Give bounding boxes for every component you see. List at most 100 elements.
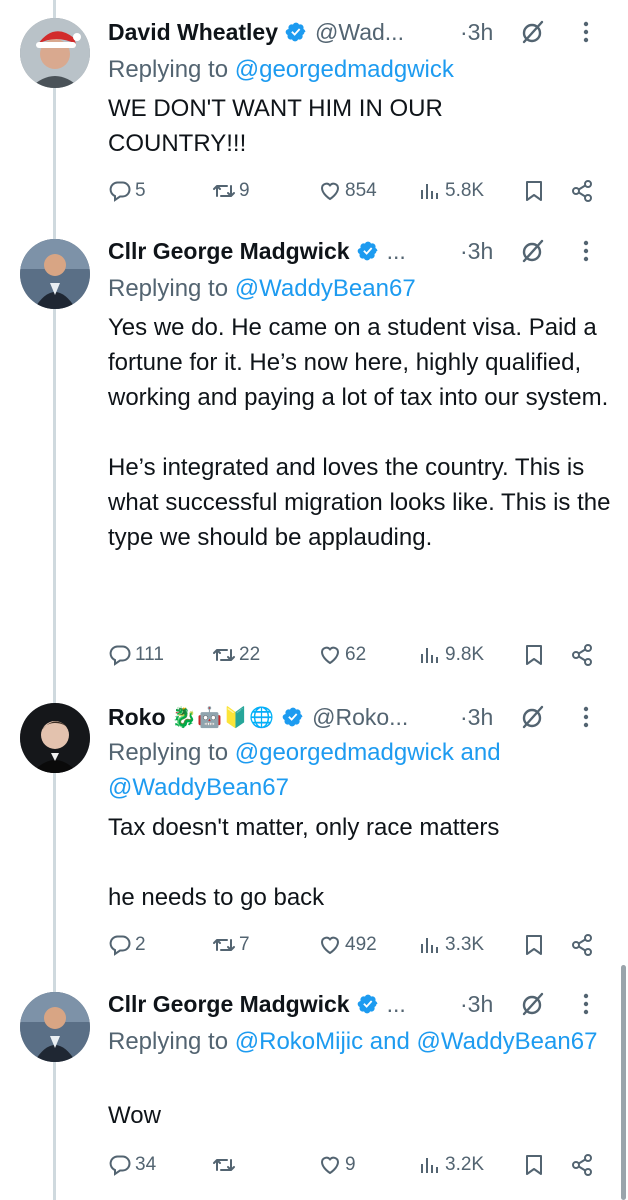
bookmark-button[interactable]	[522, 174, 546, 208]
like-count: 62	[345, 644, 367, 665]
retweet-icon	[213, 1159, 235, 1171]
retweet-count: 9	[239, 180, 250, 201]
bookmark-button[interactable]	[522, 928, 546, 962]
share-icon	[572, 644, 592, 666]
reply-count: 2	[135, 934, 146, 955]
tweet-text: WE DON'T WANT HIM IN OUR COUNTRY!!!	[108, 95, 443, 157]
tweet-text: Tax doesn't matter, only race matters he…	[108, 814, 500, 911]
bookmark-button[interactable]	[522, 1148, 546, 1182]
author-handle[interactable]: ...	[387, 238, 406, 265]
views-button[interactable]: 5.8K	[418, 174, 484, 208]
reply-icon	[109, 1155, 131, 1176]
author-handle[interactable]: ...	[387, 991, 406, 1018]
bookmark-button[interactable]	[522, 638, 546, 672]
like-count: 9	[345, 1154, 356, 1175]
action-bar: 2 7 492 3.3K	[0, 928, 628, 962]
author-name[interactable]: David Wheatley	[108, 19, 278, 46]
retweet-icon	[213, 939, 235, 951]
share-icon	[572, 1154, 592, 1176]
views-icon	[421, 938, 438, 953]
avatar[interactable]	[20, 703, 90, 773]
grok-icon[interactable]	[520, 991, 546, 1017]
reply-button[interactable]: 34	[108, 1148, 156, 1182]
bookmark-icon	[526, 1155, 542, 1175]
like-button[interactable]: 492	[318, 928, 377, 962]
tweet-header: Cllr George Madgwick ... ·3h	[108, 233, 610, 269]
grok-icon[interactable]	[520, 238, 546, 264]
reply-to-link[interactable]: @georgedmadgwick	[235, 56, 454, 83]
replying-to: Replying to @georgedmadgwick	[108, 56, 454, 83]
more-icon[interactable]	[582, 240, 590, 262]
views-count: 5.8K	[445, 180, 485, 201]
timestamp[interactable]: ·3h	[460, 238, 493, 265]
bookmark-icon	[526, 181, 542, 201]
action-bar: 34 9 3.2K	[0, 1148, 628, 1182]
like-icon	[320, 182, 340, 201]
grok-icon[interactable]	[520, 19, 546, 45]
share-icon	[572, 180, 592, 202]
like-count: 492	[345, 934, 377, 955]
reply-to-link[interactable]: @WaddyBean67	[235, 275, 416, 302]
reply-button[interactable]: 2	[108, 928, 146, 962]
share-button[interactable]	[570, 928, 594, 962]
avatar[interactable]	[20, 992, 90, 1062]
views-count: 3.2K	[445, 1154, 485, 1175]
name-emojis: 🐉🤖🔰🌐	[171, 706, 276, 729]
reply-button[interactable]: 5	[108, 174, 146, 208]
retweet-count: 7	[239, 934, 250, 955]
like-button[interactable]: 854	[318, 174, 377, 208]
retweet-count: 22	[239, 644, 261, 665]
views-count: 3.3K	[445, 934, 485, 955]
like-count: 854	[345, 180, 377, 201]
like-button[interactable]: 9	[318, 1148, 356, 1182]
bookmark-icon	[526, 935, 542, 955]
author-name[interactable]: Cllr George Madgwick	[108, 991, 350, 1018]
share-icon	[572, 934, 592, 956]
reply-icon	[109, 645, 131, 666]
retweet-button[interactable]: 22	[212, 638, 260, 672]
share-button[interactable]	[570, 174, 594, 208]
scrollbar[interactable]	[621, 965, 626, 1200]
views-icon	[421, 184, 438, 199]
timestamp[interactable]: ·3h	[460, 19, 493, 46]
views-count: 9.8K	[445, 644, 485, 665]
views-button[interactable]: 3.3K	[418, 928, 484, 962]
views-button[interactable]: 3.2K	[418, 1148, 484, 1182]
retweet-button[interactable]: 9	[212, 174, 250, 208]
reply-icon	[109, 181, 131, 202]
action-bar: 111 22 62 9.8K	[0, 638, 628, 672]
author-name[interactable]: Cllr George Madgwick	[108, 238, 350, 265]
more-icon[interactable]	[582, 706, 590, 728]
more-icon[interactable]	[582, 993, 590, 1015]
retweet-button[interactable]: 7	[212, 928, 250, 962]
share-button[interactable]	[570, 638, 594, 672]
tweet-text: Wow	[108, 1102, 161, 1129]
like-button[interactable]: 62	[318, 638, 366, 672]
views-icon	[421, 1158, 438, 1173]
views-button[interactable]: 9.8K	[418, 638, 484, 672]
timestamp[interactable]: ·3h	[460, 991, 493, 1018]
retweet-button[interactable]	[212, 1148, 239, 1182]
replying-to: Replying to @georgedmadgwick and @WaddyB…	[108, 739, 501, 801]
verified-badge-icon	[357, 241, 377, 261]
tweet-header: Cllr George Madgwick ... ·3h	[108, 986, 610, 1022]
reply-count: 111	[135, 644, 164, 665]
avatar[interactable]	[20, 239, 90, 309]
share-button[interactable]	[570, 1148, 594, 1182]
tweet-header: Roko 🐉🤖🔰🌐 @Roko... ·3h	[108, 699, 610, 735]
timestamp[interactable]: ·3h	[460, 704, 493, 731]
author-handle[interactable]: @Roko...	[312, 704, 408, 731]
grok-icon[interactable]	[520, 704, 546, 730]
reply-icon	[109, 935, 131, 956]
author-name[interactable]: Roko	[108, 704, 166, 731]
reply-to-link[interactable]: @RokoMijic and @WaddyBean67	[235, 1028, 598, 1055]
bookmark-icon	[526, 645, 542, 665]
author-handle[interactable]: @Wad...	[315, 19, 404, 46]
avatar[interactable]	[20, 18, 90, 88]
verified-badge-icon	[282, 707, 303, 727]
views-icon	[421, 648, 438, 663]
more-icon[interactable]	[582, 21, 590, 43]
like-icon	[320, 646, 340, 665]
reply-count: 5	[135, 180, 146, 201]
reply-button[interactable]: 111	[108, 638, 164, 672]
